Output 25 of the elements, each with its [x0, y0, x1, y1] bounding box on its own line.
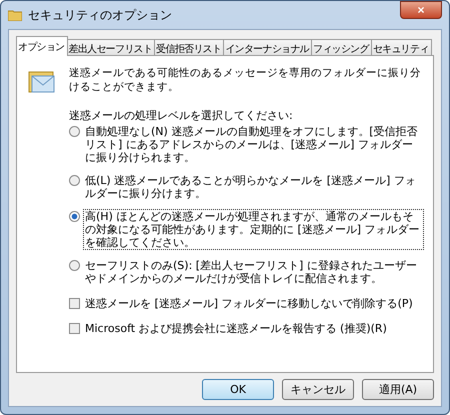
- radio-button[interactable]: [69, 260, 80, 271]
- dialog-button[interactable]: OK: [202, 379, 274, 400]
- tab[interactable]: セキュリティ: [370, 39, 432, 56]
- window-title: セキュリティのオプション: [28, 6, 173, 24]
- tab[interactable]: オプション: [16, 36, 68, 56]
- radio-button[interactable]: [69, 211, 80, 222]
- radio-button[interactable]: [69, 175, 80, 186]
- tab[interactable]: 受信拒否リスト: [154, 39, 224, 56]
- dialog-button[interactable]: キャンセル: [282, 379, 354, 400]
- dialog-button[interactable]: 適用(A): [362, 379, 434, 400]
- tab[interactable]: フィッシング: [311, 39, 372, 56]
- tab[interactable]: インターナショナル: [223, 39, 312, 56]
- radio-label[interactable]: 低(L) 迷惑メールであることが明らかなメールを [迷惑メール] フォルダーに振り分けます。: [84, 174, 423, 200]
- tab[interactable]: 差出人セーフリスト: [66, 39, 156, 56]
- radio-label[interactable]: 自動処理なし(N) 迷惑メールの自動処理をオフにします。[受信拒否リスト] にあるアドレスからのメールは、[迷惑メール] フォルダーに振り分けられます。: [84, 125, 423, 164]
- radio-button[interactable]: [69, 126, 80, 137]
- radio-label[interactable]: セーフリストのみ(S): [差出人セーフリスト] に登録されたユーザーやドメインからのメールだけが受信トレイに配信されます。: [84, 259, 423, 285]
- radio-label[interactable]: 高(H) ほとんどの迷惑メールが処理されますが、通常のメールもその対象になる可能性があります。定期的に [迷惑メール] フォルダーを確認してください。: [84, 210, 423, 249]
- checkbox[interactable]: [69, 298, 80, 309]
- checkbox-label[interactable]: Microsoft および提携会社に迷惑メールを報告する (推奨)(R): [84, 322, 388, 335]
- description-text: 迷惑メールである可能性のあるメッセージを専用のフォルダーに振り分けることができます。: [69, 66, 422, 94]
- level-prompt: 迷惑メールの処理レベルを選択してください:: [69, 108, 294, 123]
- folder-icon: [8, 9, 22, 21]
- checkbox-label[interactable]: 迷惑メールを [迷惑メール] フォルダーに移動しないで削除する(P): [84, 297, 414, 310]
- checkbox[interactable]: [69, 323, 80, 334]
